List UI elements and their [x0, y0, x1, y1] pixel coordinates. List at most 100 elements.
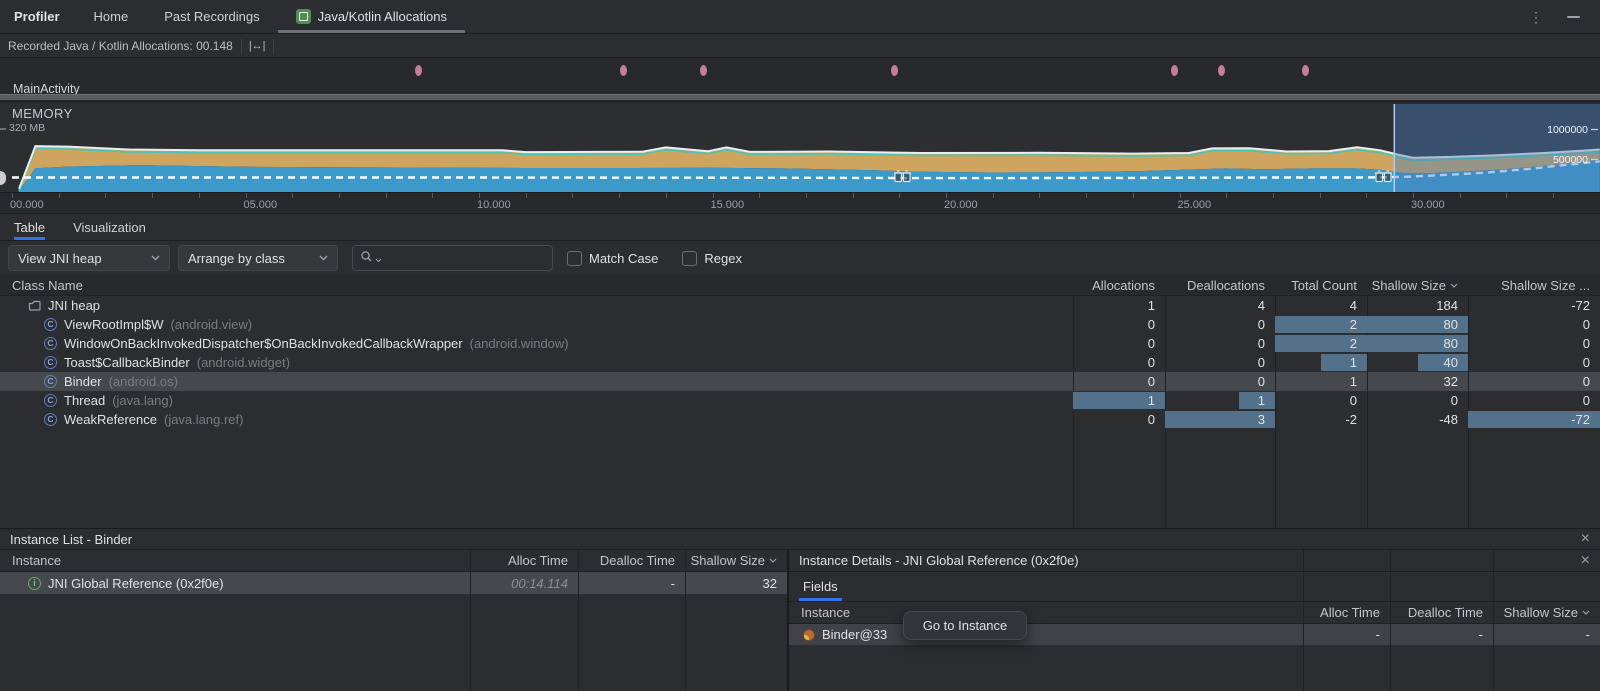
event-marker-dot[interactable] [620, 65, 627, 76]
arrange-select[interactable]: Arrange by class [178, 245, 338, 271]
column-header-instance[interactable]: Instance [0, 553, 470, 568]
column-header-shallow-size[interactable]: Shallow Size [1493, 605, 1600, 620]
minimize-icon[interactable] [1567, 16, 1580, 18]
class-row[interactable]: CWindowOnBackInvokedDispatcher$OnBackInv… [0, 334, 1600, 353]
value-cell: -72 [1468, 410, 1600, 429]
event-marker-dot[interactable] [1218, 65, 1225, 76]
recorded-bar: Recorded Java / Kotlin Allocations: 00.1… [0, 34, 1600, 58]
memory-area-chart[interactable]: 1000000 500000 [0, 102, 1600, 193]
zoom-to-fit-icon[interactable]: |↔| [241, 39, 274, 53]
heap-select[interactable]: View JNI heap [8, 245, 170, 271]
instance-details-title: Instance Details - JNI Global Reference … [799, 553, 1079, 568]
class-icon: C [44, 413, 57, 426]
event-marker-dot[interactable] [1302, 65, 1309, 76]
value-cell: 4 [1275, 296, 1367, 315]
go-to-instance-item[interactable]: Go to Instance [923, 618, 1008, 633]
y-axis-max-label: 320 MB [9, 122, 45, 134]
value-cell: 0 [1073, 353, 1165, 372]
instance-row[interactable]: i JNI Global Reference (0x2f0e) 00:14.11… [0, 572, 787, 594]
y-axis-tick [0, 128, 6, 130]
close-icon[interactable]: × [1581, 531, 1590, 547]
regex-option[interactable]: Regex [682, 251, 742, 266]
tab-past-recordings[interactable]: Past Recordings [146, 0, 277, 33]
class-icon: C [44, 375, 57, 388]
app-title: Profiler [0, 0, 76, 33]
kebab-menu-icon[interactable]: ⋮ [1529, 10, 1543, 24]
event-markers-strip[interactable] [0, 58, 1600, 83]
memory-chart-section[interactable]: 1000000500000 MEMORY 320 MB [0, 101, 1600, 192]
heap-folder-icon [28, 300, 41, 311]
value-cell: 4 [1165, 296, 1275, 315]
session-icon [296, 9, 311, 24]
event-marker-dot[interactable] [891, 65, 898, 76]
class-row[interactable]: CThread(java.lang)11000 [0, 391, 1600, 410]
column-header-instance[interactable]: Instance [789, 605, 1303, 620]
tab-table-label: Table [14, 220, 45, 235]
axis-tick [899, 193, 900, 198]
svg-text:1000000: 1000000 [1547, 124, 1588, 136]
column-header-total-count[interactable]: Total Count [1275, 278, 1367, 293]
column-header-deallocations[interactable]: Deallocations [1165, 278, 1275, 293]
class-row[interactable]: JNI heap144184-72 [0, 296, 1600, 315]
activity-lifecycle-bar[interactable] [0, 94, 1600, 100]
column-header-dealloc-time[interactable]: Dealloc Time [1390, 605, 1493, 620]
tab-visualization[interactable]: Visualization [73, 214, 146, 240]
column-header-shallow-size-change[interactable]: Shallow Size ... [1468, 278, 1600, 293]
tab-table[interactable]: Table [14, 214, 45, 240]
column-header-shallow-size[interactable]: Shallow Size [685, 553, 787, 568]
regex-label: Regex [704, 251, 742, 266]
class-table: JNI heap144184-72CViewRootImpl$W(android… [0, 296, 1600, 528]
tab-fields-label: Fields [803, 579, 838, 594]
axis-tick [853, 193, 854, 198]
column-header-alloc-time[interactable]: Alloc Time [470, 553, 578, 568]
class-table-header: Class Name Allocations Deallocations Tot… [0, 275, 1600, 296]
axis-tick [946, 193, 947, 198]
chevron-down-icon [319, 255, 328, 261]
value-cell: -2 [1275, 410, 1367, 429]
column-header-dealloc-time[interactable]: Dealloc Time [578, 553, 685, 568]
class-row[interactable]: CWeakReference(java.lang.ref)03-2-48-72 [0, 410, 1600, 429]
value-cell: 1 [1165, 391, 1275, 410]
tab-home[interactable]: Home [76, 0, 147, 33]
alloc-time-value: 00:14.114 [511, 576, 568, 591]
tab-fields[interactable]: Fields [799, 572, 842, 601]
view-tabs: Table Visualization [0, 213, 1600, 241]
axis-tick [526, 193, 527, 198]
event-marker-dot[interactable] [1171, 65, 1178, 76]
svg-text:500000: 500000 [1553, 154, 1588, 166]
value-cell: 1 [1275, 353, 1367, 372]
value-cell: -72 [1468, 296, 1600, 315]
search-input[interactable] [352, 245, 553, 271]
column-header-allocations[interactable]: Allocations [1073, 278, 1165, 293]
field-instance-name: Binder@33 [822, 627, 887, 642]
class-row[interactable]: CViewRootImpl$W(android.view)002800 [0, 315, 1600, 334]
value-cell: 0 [1073, 410, 1165, 429]
value-cell: 2 [1275, 315, 1367, 334]
heap-select-value: View JNI heap [18, 251, 102, 266]
column-header-shallow-size[interactable]: Shallow Size [1367, 278, 1468, 293]
value-cell: 0 [1275, 391, 1367, 410]
event-marker-dot[interactable] [700, 65, 707, 76]
value-cell: 0 [1073, 334, 1165, 353]
axis-tick [993, 193, 994, 198]
event-marker-dot[interactable] [415, 65, 422, 76]
instance-list-titlebar: Instance List - Binder × [0, 529, 1600, 550]
tab-java-kotlin-allocations[interactable]: Java/Kotlin Allocations [278, 0, 465, 33]
axis-tick [572, 193, 573, 198]
match-case-checkbox[interactable] [567, 251, 582, 266]
regex-checkbox[interactable] [682, 251, 697, 266]
class-row[interactable]: CBinder(android.os)001320 [0, 372, 1600, 391]
value-cell: 0 [1165, 334, 1275, 353]
axis-tick [339, 193, 340, 198]
class-icon: C [44, 356, 57, 369]
column-header-class-name[interactable]: Class Name [0, 278, 1073, 293]
chevron-down-icon [151, 255, 160, 261]
column-header-alloc-time[interactable]: Alloc Time [1303, 605, 1390, 620]
value-cell: 0 [1165, 372, 1275, 391]
axis-tick [1553, 193, 1554, 198]
tab-visualization-label: Visualization [73, 220, 146, 235]
class-row[interactable]: CToast$CallbackBinder(android.widget)001… [0, 353, 1600, 372]
value-cell: 0 [1165, 315, 1275, 334]
close-icon[interactable]: × [1581, 553, 1590, 569]
match-case-option[interactable]: Match Case [567, 251, 658, 266]
